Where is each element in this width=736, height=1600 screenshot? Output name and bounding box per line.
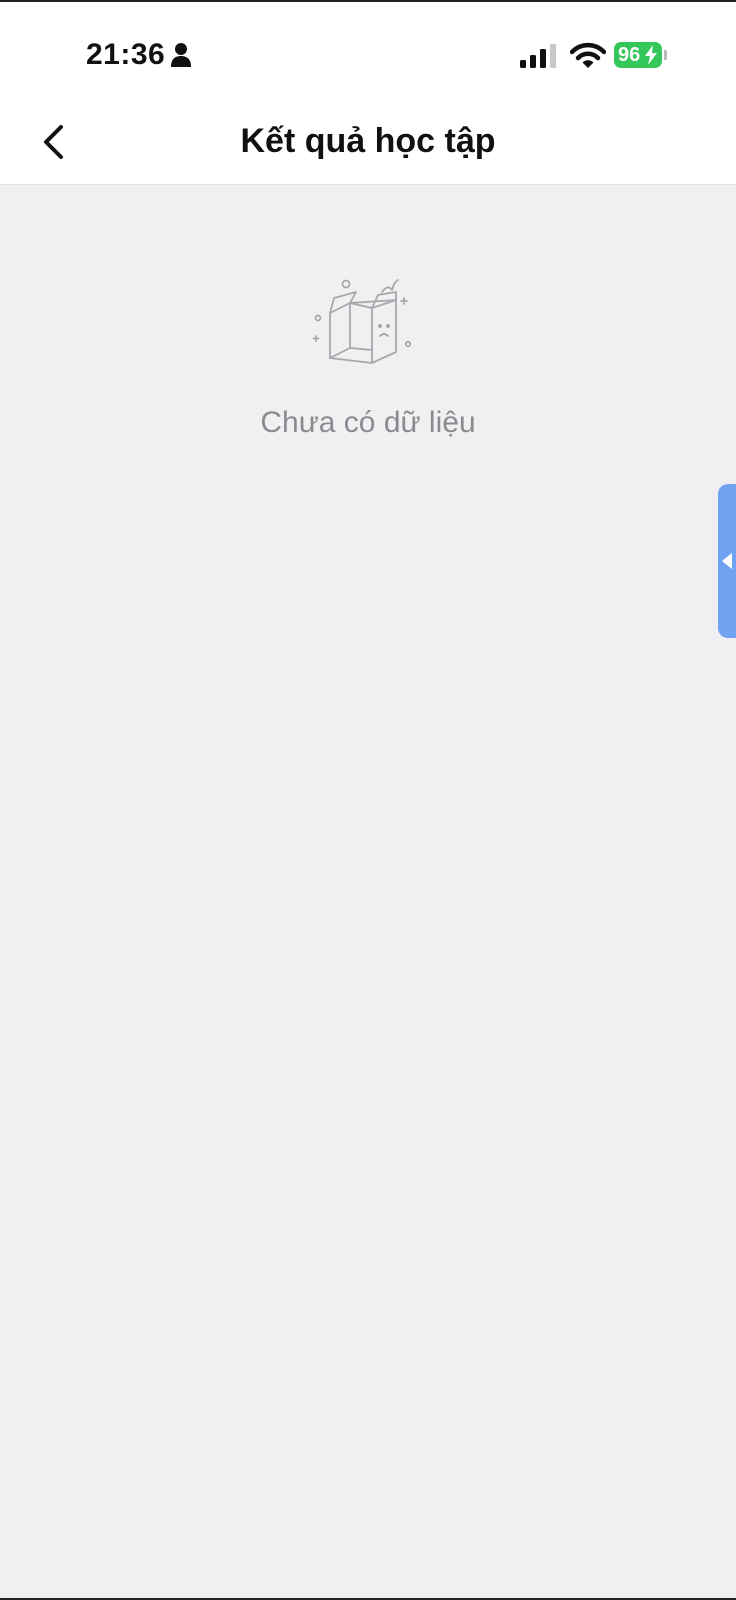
page-title: Kết quả học tập — [240, 122, 496, 160]
header-bar: Kết quả học tập — [0, 100, 736, 185]
signal-icon — [520, 44, 556, 68]
battery-tip — [664, 50, 667, 60]
status-time: 21:36 — [86, 38, 166, 71]
empty-state-message: Chưa có dữ liệu — [260, 406, 476, 439]
battery-level: 96 — [618, 44, 641, 66]
status-bar: 21:36 96 — [0, 2, 736, 100]
bolt-icon — [645, 45, 657, 65]
wifi-icon — [570, 42, 606, 68]
person-icon — [171, 43, 191, 67]
caret-left-icon — [722, 553, 732, 569]
side-drawer-handle[interactable] — [718, 484, 736, 638]
app-screen: 21:36 96 Kết quả học tập Chưa có dữ liệu — [0, 0, 736, 1600]
empty-box-icon — [312, 279, 412, 364]
empty-state: Chưa có dữ liệu — [0, 278, 736, 440]
